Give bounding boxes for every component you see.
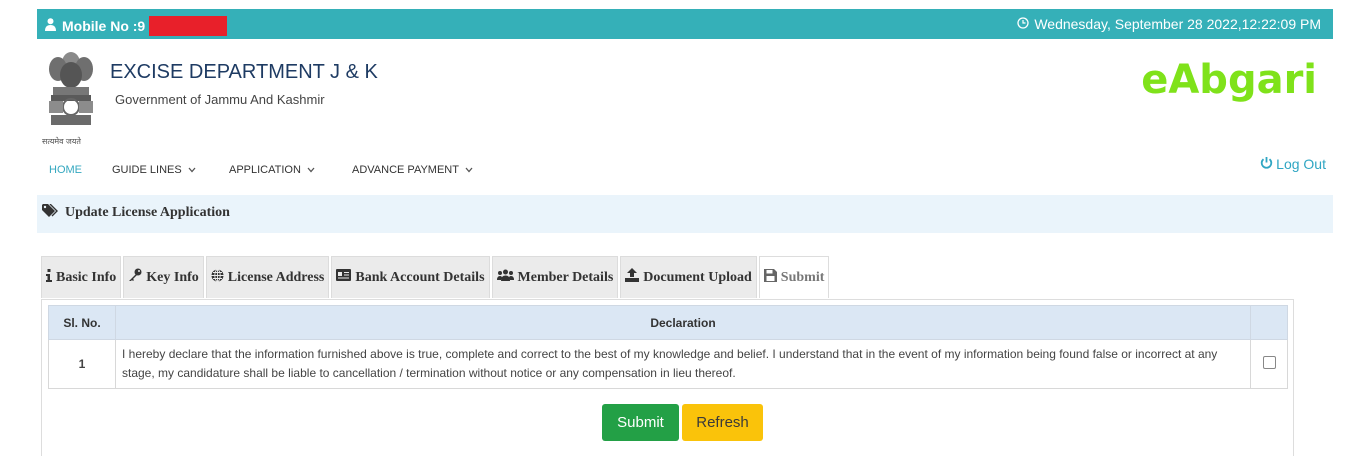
card-icon [336, 269, 352, 286]
department-title: EXCISE DEPARTMENT J & K [110, 61, 378, 83]
save-icon [763, 268, 777, 287]
refresh-button[interactable]: Refresh [682, 404, 763, 441]
logout-link[interactable]: Log Out [1260, 156, 1326, 172]
submit-button[interactable]: Submit [602, 404, 679, 441]
nav-home-label: HOME [49, 164, 82, 176]
tab-label: Basic Info [56, 269, 117, 285]
chevron-down-icon [465, 165, 473, 175]
nav-item-guidelines[interactable]: GUIDE LINES [112, 164, 196, 176]
top-bar: Mobile No :9 Wednesday, September 28 202… [37, 9, 1333, 39]
emblem-motto: सत्यमेव जयते [42, 137, 81, 146]
user-icon [45, 18, 56, 34]
column-header-declaration: Declaration [115, 305, 1251, 340]
tab-submit[interactable]: Submit [758, 256, 830, 298]
main-nav: HOME GUIDE LINES APPLICATION ADVANCE PAY… [37, 147, 1333, 195]
form-actions: Submit Refresh [602, 404, 763, 441]
tags-icon [42, 203, 59, 222]
column-header-checkbox [1250, 305, 1288, 340]
nav-guidelines-label: GUIDE LINES [112, 164, 182, 176]
nav-application-label: APPLICATION [229, 164, 301, 176]
mobile-label: Mobile No :9 [62, 18, 146, 34]
tab-license-address[interactable]: License Address [205, 256, 330, 298]
brand-logo[interactable]: eAbgari [1141, 57, 1317, 103]
breadcrumb: Update License Application [42, 203, 230, 222]
key-icon [128, 268, 142, 287]
clock-icon [1017, 16, 1029, 32]
upload-icon [625, 268, 640, 287]
datetime-text: Wednesday, September 28 2022,12:22:09 PM [1034, 16, 1321, 32]
declaration-text: I hereby declare that the information fu… [115, 339, 1251, 389]
users-icon [496, 269, 514, 286]
tab-label: Submit [780, 269, 825, 285]
chevron-down-icon [307, 165, 315, 175]
site-header: सत्यमेव जयते EXCISE DEPARTMENT J & K Gov… [37, 39, 1333, 147]
tab-key-info[interactable]: Key Info [123, 256, 204, 298]
declaration-checkbox[interactable] [1262, 356, 1276, 369]
tab-label: License Address [227, 269, 325, 285]
nav-advance-payment-label: ADVANCE PAYMENT [352, 164, 459, 176]
submit-panel: Sl. No. Declaration 1 I hereby declare t… [41, 299, 1294, 456]
chevron-down-icon [188, 165, 196, 175]
redacted-number [149, 16, 228, 36]
tab-label: Bank Account Details [355, 269, 485, 285]
breadcrumb-bar: Update License Application [37, 195, 1333, 233]
tab-label: Key Info [146, 269, 199, 285]
globe-icon [211, 268, 224, 287]
application-tabs: Basic Info Key Info License Address Bank… [41, 256, 831, 299]
table-header-row: Sl. No. Declaration [48, 305, 1288, 340]
nav-item-advance-payment[interactable]: ADVANCE PAYMENT [352, 164, 473, 176]
logout-label: Log Out [1276, 156, 1326, 172]
power-icon [1260, 156, 1273, 172]
checkbox-cell [1250, 339, 1288, 389]
declaration-table: Sl. No. Declaration 1 I hereby declare t… [48, 305, 1288, 389]
mobile-number: Mobile No :9 [45, 16, 228, 36]
nav-item-application[interactable]: APPLICATION [229, 164, 315, 176]
sl-no-cell: 1 [48, 339, 116, 389]
tab-document-upload[interactable]: Document Upload [620, 256, 757, 298]
column-header-sl-no: Sl. No. [48, 305, 116, 340]
tab-member-details[interactable]: Member Details [491, 256, 619, 298]
state-emblem-icon [43, 49, 99, 135]
tab-label: Member Details [517, 269, 614, 285]
page-title: Update License Application [65, 205, 230, 220]
tab-basic-info[interactable]: Basic Info [41, 256, 122, 298]
tab-label: Document Upload [643, 269, 752, 285]
department-subtitle: Government of Jammu And Kashmir [115, 92, 325, 107]
tab-bank-account-details[interactable]: Bank Account Details [331, 256, 490, 298]
table-row: 1 I hereby declare that the information … [48, 339, 1288, 389]
nav-item-home[interactable]: HOME [49, 164, 82, 176]
current-datetime: Wednesday, September 28 2022,12:22:09 PM [1017, 16, 1321, 32]
info-icon [46, 268, 52, 287]
